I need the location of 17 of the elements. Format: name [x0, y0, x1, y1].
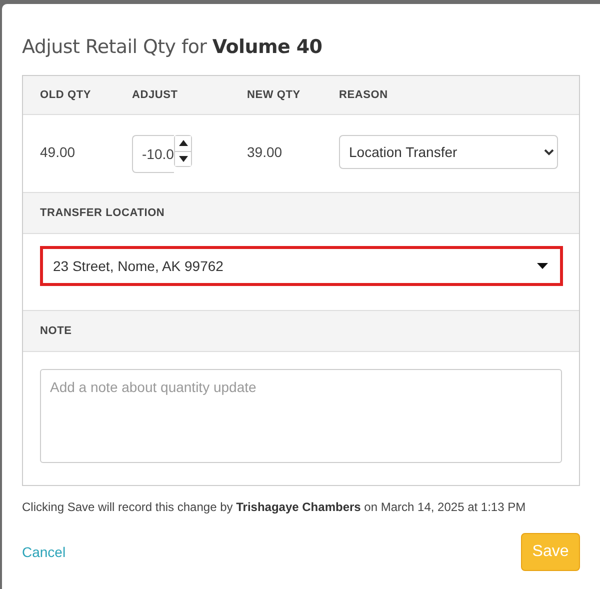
save-notice: Clicking Save will record this change by Trishagaye Chambers on March 14, 2025 at 1:13 PM [22, 500, 527, 514]
location-dropdown[interactable]: 23 Street, Nome, AK 99762 [40, 246, 563, 286]
note-field[interactable]: Add a note about quantity update [40, 369, 562, 463]
reason-dropdown[interactable]: Location Transfer [339, 135, 558, 169]
new-qty-value: 39.00 [247, 143, 284, 160]
dialog-title: Adjust Retail Qty for Volume 40 [22, 36, 322, 58]
column-header: NEW QTY [247, 89, 302, 101]
spinner-control[interactable] [174, 135, 192, 167]
decrement-icon[interactable] [175, 150, 191, 166]
column-header: OLD QTY [40, 89, 92, 101]
caret-icon [537, 263, 548, 269]
section-heading: TRANSFER LOCATION [40, 207, 165, 219]
column-header: ADJUST [132, 89, 179, 101]
adjust-field[interactable]: -10.0 [132, 135, 174, 173]
old-qty-value: 49.00 [40, 143, 76, 160]
column-header: REASON [339, 89, 389, 101]
section-heading: NOTE [40, 325, 72, 337]
